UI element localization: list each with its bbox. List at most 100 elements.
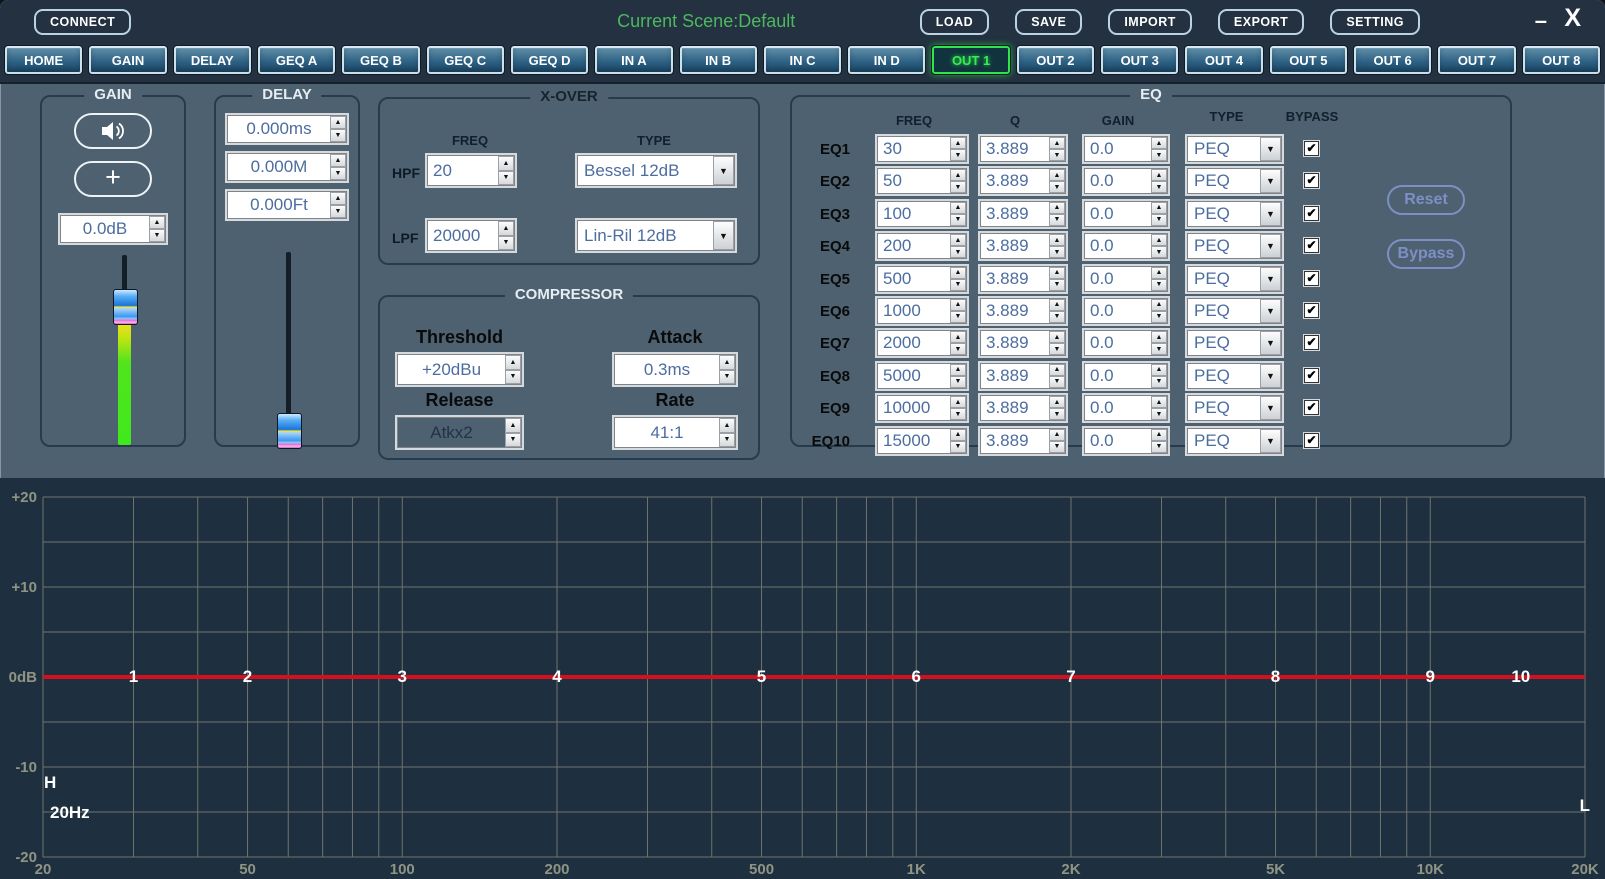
spin-down-button[interactable] [950, 149, 966, 161]
eq-type-select[interactable]: PEQ [1187, 201, 1282, 227]
eq-bypass-checkbox[interactable] [1304, 238, 1319, 253]
spin-down-button[interactable] [330, 205, 346, 218]
spin-down-button[interactable] [950, 376, 966, 388]
save-button[interactable]: SAVE [1015, 9, 1082, 35]
eq-gain-spinner[interactable]: 0.0 [1084, 428, 1168, 454]
tab-out-4[interactable]: OUT 4 [1184, 45, 1263, 75]
attack-spinner[interactable]: 0.3ms [614, 354, 736, 385]
spin-up-button[interactable] [1049, 267, 1065, 279]
spin-down-button[interactable] [1151, 441, 1167, 453]
tab-out-7[interactable]: OUT 7 [1437, 45, 1516, 75]
eq-q-spinner[interactable]: 3.889 [980, 330, 1066, 356]
eq-bypass-checkbox[interactable] [1304, 173, 1319, 188]
spin-down-button[interactable] [1049, 441, 1065, 453]
spin-up-button[interactable] [149, 216, 165, 229]
eq-type-select[interactable]: PEQ [1187, 428, 1282, 454]
eq-q-spinner[interactable]: 3.889 [980, 363, 1066, 389]
spin-down-button[interactable] [719, 370, 735, 385]
spin-down-button[interactable] [1049, 279, 1065, 291]
spin-down-button[interactable] [950, 441, 966, 453]
spin-down-button[interactable] [1151, 279, 1167, 291]
eq-gain-spinner[interactable]: 0.0 [1084, 363, 1168, 389]
spin-up-button[interactable] [1049, 331, 1065, 343]
eq-point-marker[interactable]: 6 [912, 667, 921, 686]
spin-up-button[interactable] [719, 355, 735, 370]
mute-button[interactable] [74, 113, 152, 149]
delay-meters-spinner[interactable]: 0.000M [227, 153, 347, 181]
spin-down-button[interactable] [1151, 181, 1167, 193]
spin-down-button[interactable] [1151, 311, 1167, 323]
spin-down-button[interactable] [1151, 246, 1167, 258]
eq-bypass-checkbox[interactable] [1304, 141, 1319, 156]
spin-down-button[interactable] [149, 229, 165, 242]
chevron-down-icon[interactable] [1260, 137, 1281, 161]
eq-type-select[interactable]: PEQ [1187, 266, 1282, 292]
spin-down-button[interactable] [950, 214, 966, 226]
threshold-spinner[interactable]: +20dBu [397, 354, 522, 385]
spin-up-button[interactable] [1049, 429, 1065, 441]
eq-bypass-checkbox[interactable] [1304, 271, 1319, 286]
spin-down-button[interactable] [950, 246, 966, 258]
eq-freq-spinner[interactable]: 100 [877, 201, 967, 227]
tab-out-6[interactable]: OUT 6 [1353, 45, 1432, 75]
spin-down-button[interactable] [1049, 311, 1065, 323]
chevron-down-icon[interactable] [1260, 169, 1281, 193]
release-spinner[interactable]: Atkx2 [397, 417, 522, 448]
eq-point-marker[interactable]: 9 [1426, 667, 1435, 686]
tab-in-d[interactable]: IN D [847, 45, 926, 75]
spin-up-button[interactable] [950, 429, 966, 441]
spin-down-button[interactable] [1049, 181, 1065, 193]
spin-up-button[interactable] [1049, 202, 1065, 214]
connect-button[interactable]: CONNECT [34, 9, 131, 35]
eq-type-select[interactable]: PEQ [1187, 298, 1282, 324]
spin-up-button[interactable] [1049, 364, 1065, 376]
eq-gain-spinner[interactable]: 0.0 [1084, 201, 1168, 227]
tab-geq-c[interactable]: GEQ C [426, 45, 505, 75]
eq-gain-spinner[interactable]: 0.0 [1084, 330, 1168, 356]
chevron-down-icon[interactable] [1260, 267, 1281, 291]
spin-up-button[interactable] [1049, 396, 1065, 408]
tab-delay[interactable]: DELAY [173, 45, 252, 75]
eq-point-marker[interactable]: 5 [757, 667, 766, 686]
spin-up-button[interactable] [1151, 331, 1167, 343]
eq-freq-spinner[interactable]: 50 [877, 168, 967, 194]
eq-freq-spinner[interactable]: 5000 [877, 363, 967, 389]
chevron-down-icon[interactable] [1260, 429, 1281, 453]
eq-type-select[interactable]: PEQ [1187, 395, 1282, 421]
eq-gain-spinner[interactable]: 0.0 [1084, 266, 1168, 292]
spin-up-button[interactable] [330, 154, 346, 167]
tab-in-a[interactable]: IN A [594, 45, 673, 75]
spin-up-button[interactable] [950, 267, 966, 279]
spin-down-button[interactable] [1049, 149, 1065, 161]
eq-bypass-all-button[interactable]: Bypass [1387, 239, 1465, 269]
spin-up-button[interactable] [950, 396, 966, 408]
spin-up-button[interactable] [950, 202, 966, 214]
tab-out-3[interactable]: OUT 3 [1100, 45, 1179, 75]
eq-bypass-checkbox[interactable] [1304, 335, 1319, 350]
import-button[interactable]: IMPORT [1108, 9, 1192, 35]
spin-down-button[interactable] [950, 181, 966, 193]
spin-down-button[interactable] [1049, 376, 1065, 388]
delay-feet-spinner[interactable]: 0.000Ft [227, 191, 347, 219]
tab-out-1[interactable]: OUT 1 [931, 45, 1010, 75]
spin-up-button[interactable] [950, 364, 966, 376]
spin-up-button[interactable] [505, 355, 521, 370]
spin-down-button[interactable] [950, 343, 966, 355]
tab-out-5[interactable]: OUT 5 [1269, 45, 1348, 75]
chevron-down-icon[interactable] [1260, 331, 1281, 355]
spin-up-button[interactable] [1151, 267, 1167, 279]
spin-down-button[interactable] [505, 370, 521, 385]
spin-down-button[interactable] [950, 279, 966, 291]
spin-up-button[interactable] [950, 331, 966, 343]
eq-q-spinner[interactable]: 3.889 [980, 201, 1066, 227]
hpf-type-select[interactable]: Bessel 12dB [577, 155, 735, 186]
chevron-down-icon[interactable] [1260, 234, 1281, 258]
load-button[interactable]: LOAD [920, 9, 989, 35]
export-button[interactable]: EXPORT [1218, 9, 1304, 35]
eq-point-marker[interactable]: 2 [243, 667, 252, 686]
eq-bypass-checkbox[interactable] [1304, 433, 1319, 448]
spin-down-button[interactable] [950, 311, 966, 323]
spin-down-button[interactable] [330, 167, 346, 180]
eq-freq-spinner[interactable]: 30 [877, 136, 967, 162]
spin-up-button[interactable] [1151, 364, 1167, 376]
